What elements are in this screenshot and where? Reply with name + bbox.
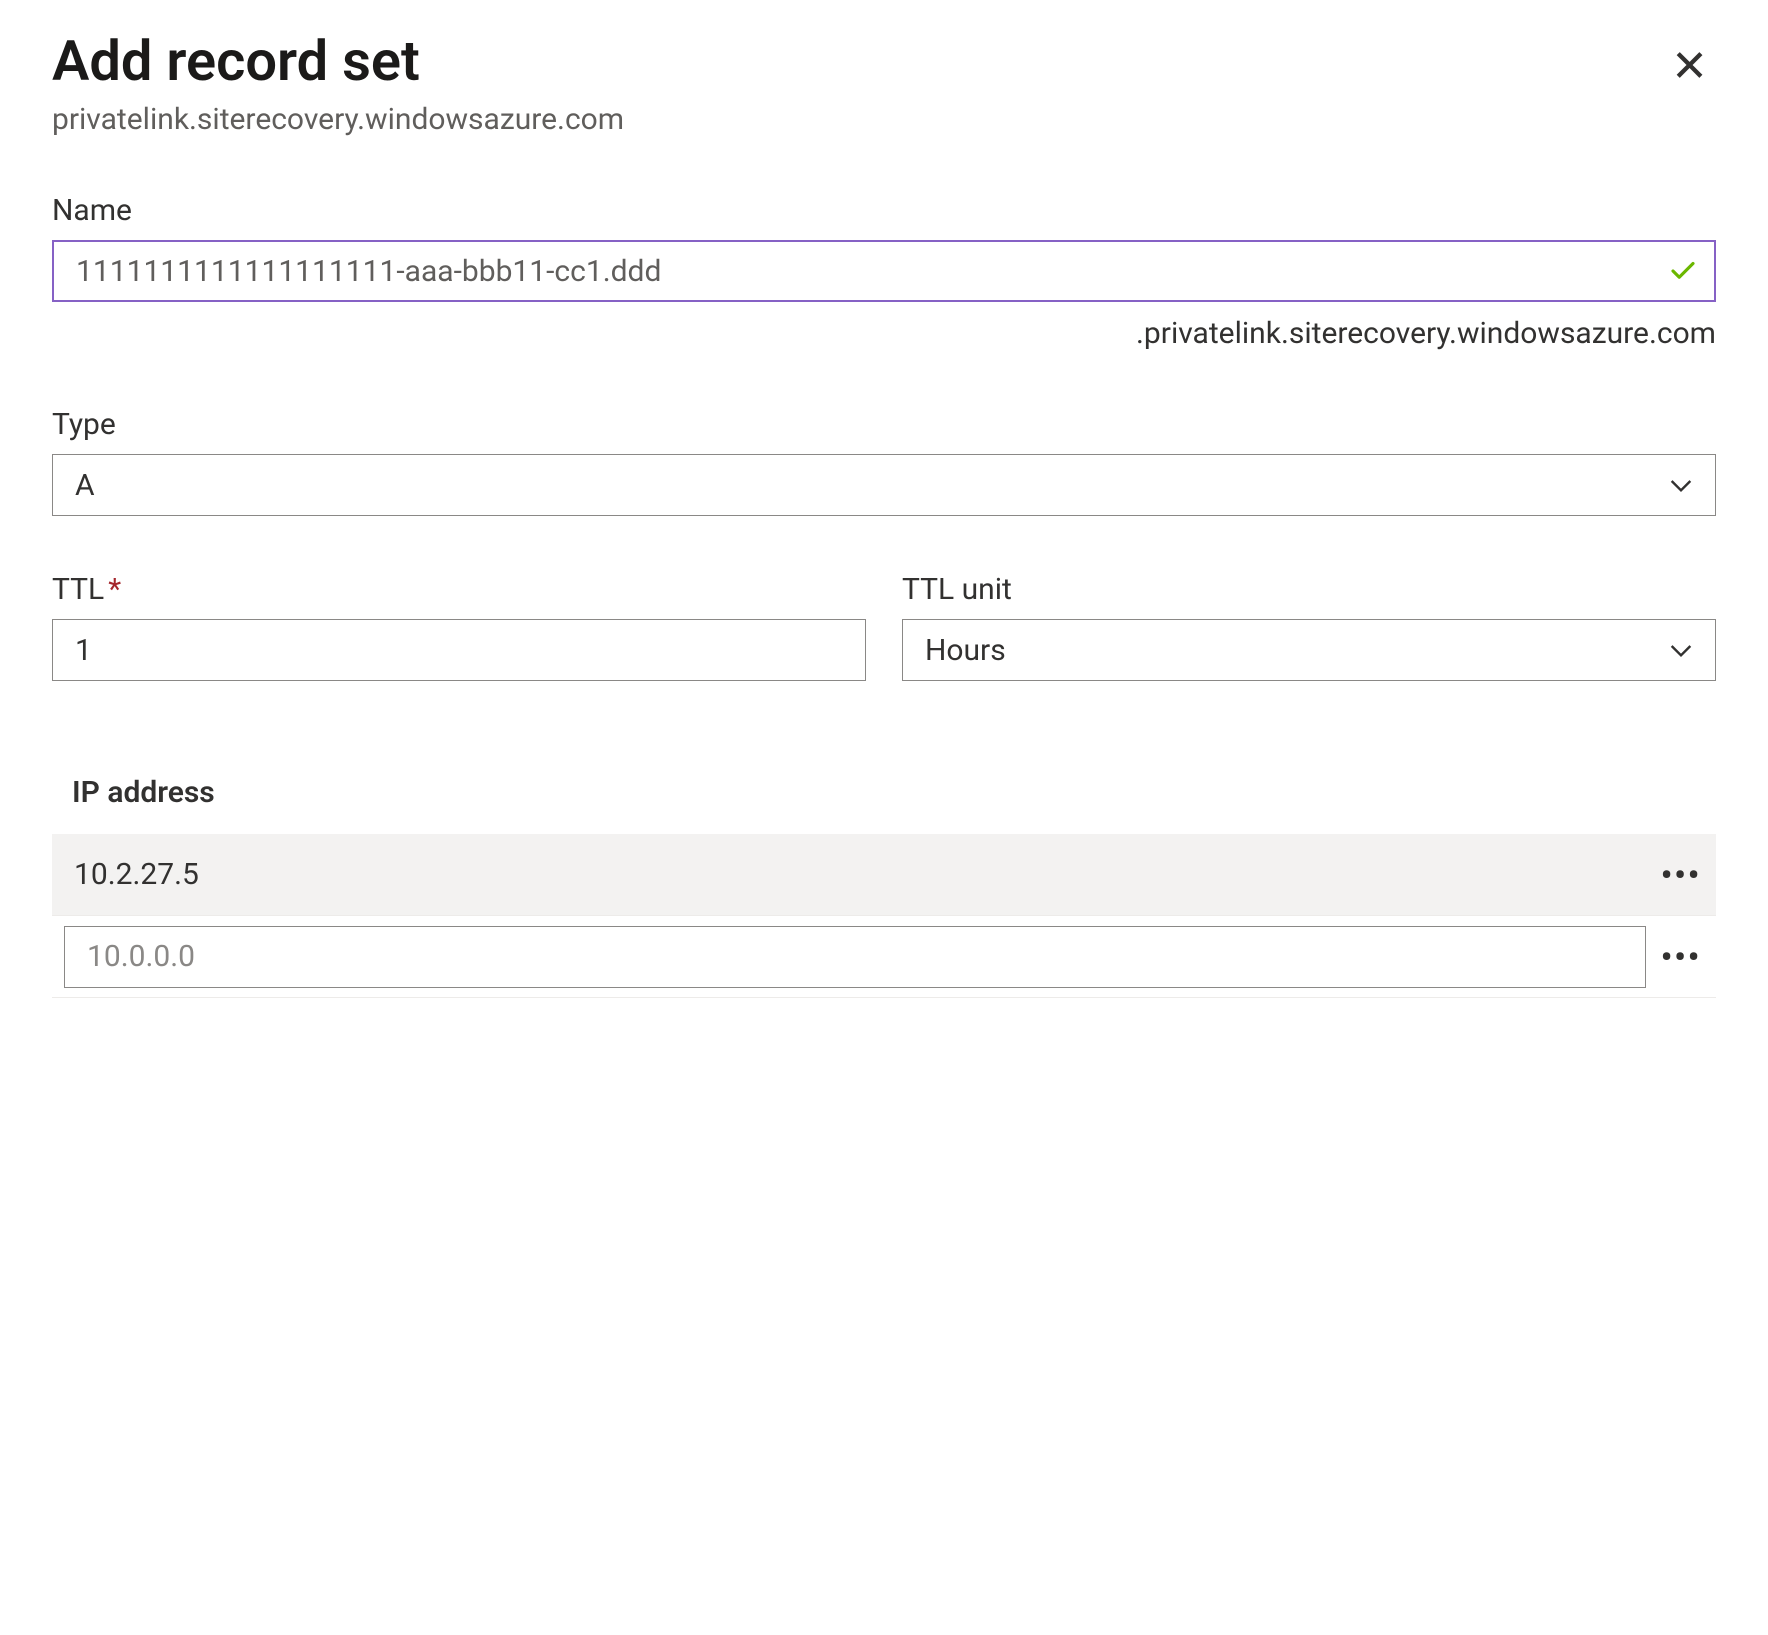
ip-section-label: IP address (52, 775, 1716, 810)
page-subtitle: privatelink.siterecovery.windowsazure.co… (52, 102, 1716, 137)
ttl-input[interactable] (52, 619, 866, 681)
ip-row: ••• (52, 916, 1716, 998)
type-select[interactable]: A (52, 454, 1716, 516)
name-input[interactable] (52, 240, 1716, 302)
ttl-unit-select[interactable]: Hours (902, 619, 1716, 681)
ip-input[interactable] (64, 926, 1646, 988)
checkmark-icon (1668, 256, 1698, 286)
chevron-down-icon (1665, 634, 1697, 666)
ip-existing-value: 10.2.27.5 (52, 857, 1646, 892)
ttl-unit-label: TTL unit (902, 572, 1716, 607)
ttl-label: TTL* (52, 572, 866, 607)
name-suffix: .privatelink.siterecovery.windowsazure.c… (52, 316, 1716, 351)
close-icon[interactable]: ✕ (1663, 36, 1716, 96)
more-icon[interactable]: ••• (1646, 938, 1716, 976)
type-label: Type (52, 407, 1716, 442)
required-asterisk: * (108, 572, 121, 607)
ip-row: 10.2.27.5 ••• (52, 834, 1716, 916)
more-icon[interactable]: ••• (1646, 856, 1716, 894)
page-title: Add record set (52, 28, 420, 95)
type-value: A (75, 468, 95, 503)
chevron-down-icon (1665, 469, 1697, 501)
ttl-unit-value: Hours (925, 633, 1006, 668)
name-label: Name (52, 193, 1716, 228)
